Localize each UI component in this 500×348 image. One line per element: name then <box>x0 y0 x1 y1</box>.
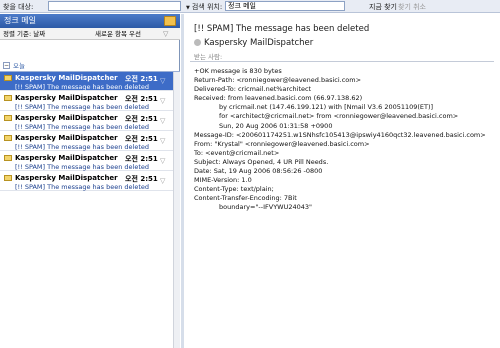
search-scope-label: 검색 위치: <box>191 3 223 11</box>
body-line: To: <event@cricmail.net> <box>194 148 280 157</box>
list-item[interactable]: Kaspersky MailDispatcher 오전 2:51 [!! SPA… <box>0 72 180 91</box>
body-line: Return-Path: <ronniegower@leavened.basic… <box>194 76 362 85</box>
message-list-pane: 정크 메일 정렬 기준: 날짜 새로운 항목 우선 ▽ − 오늘 Kaspers… <box>0 14 180 348</box>
list-item[interactable]: Kaspersky MailDispatcher 오전 2:51 [!! SPA… <box>0 172 180 191</box>
message-sender: Kaspersky MailDispatcher <box>15 94 118 102</box>
message-sender: Kaspersky MailDispatcher <box>15 154 118 162</box>
message-subject: [!! SPAM] The message has been deleted <box>15 103 150 111</box>
group-label: 오늘 <box>13 62 25 70</box>
message-sender: Kaspersky MailDispatcher <box>15 174 118 182</box>
reading-subject: [!! SPAM] The message has been deleted <box>194 24 370 34</box>
envelope-icon <box>4 175 12 181</box>
body-line: Content-Transfer-Encoding: 7Bit <box>194 194 297 203</box>
body-line: Content-Type: text/plain; <box>194 185 274 194</box>
message-subject: [!! SPAM] The message has been deleted <box>15 123 150 131</box>
envelope-icon <box>4 155 12 161</box>
message-sender: Kaspersky MailDispatcher <box>15 114 118 122</box>
body-line: Received: from leavened.basici.com (66.9… <box>194 94 363 103</box>
body-line: +OK message is 830 bytes <box>194 67 282 75</box>
body-line: for <architect@cricmail.net> from <ronni… <box>219 112 459 121</box>
list-item[interactable]: Kaspersky MailDispatcher 오전 2:51 [!! SPA… <box>0 92 180 111</box>
flag-icon[interactable]: ▽ <box>160 177 165 185</box>
search-scope-button[interactable]: ▼ 검색 위치: <box>186 2 222 12</box>
header-divider <box>190 61 494 62</box>
clear-search-button[interactable]: 찾기 취소 <box>398 2 426 12</box>
envelope-icon <box>4 75 12 81</box>
search-scope-field[interactable]: 정크 메일 <box>225 1 345 11</box>
folder-header: 정크 메일 <box>0 14 180 28</box>
search-input[interactable] <box>48 1 181 11</box>
list-item[interactable]: Kaspersky MailDispatcher 오전 2:51 [!! SPA… <box>0 152 180 171</box>
folder-icon[interactable] <box>164 16 176 26</box>
sort-order-button[interactable]: 새로운 항목 우선 <box>95 28 141 40</box>
search-bar: 찾을 대상: ▼ 검색 위치: 정크 메일 지금 찾기 찾기 취소 <box>0 0 500 13</box>
arrange-by-button[interactable]: 정렬 기준: 날짜 <box>3 28 45 40</box>
search-label: 찾을 대상: <box>3 3 34 11</box>
reading-pane: [!! SPAM] The message has been deleted K… <box>181 14 500 348</box>
list-item[interactable]: Kaspersky MailDispatcher 오전 2:51 [!! SPA… <box>0 112 180 131</box>
reading-from-name: Kaspersky MailDispatcher <box>204 38 314 48</box>
flag-icon[interactable]: ▽ <box>160 117 165 125</box>
message-subject: [!! SPAM] The message has been deleted <box>15 183 150 191</box>
body-line: From: "Krystal" <ronniegower@leavened.ba… <box>194 139 370 148</box>
message-sender: Kaspersky MailDispatcher <box>15 134 118 142</box>
body-line: Delivered-To: cricmail.net%architect <box>194 85 312 94</box>
dropdown-arrow-icon: ▼ <box>186 5 190 11</box>
reading-to-label: 받는 사람: <box>194 53 223 61</box>
body-line: Subject: Always Opened, 4 UR Pill Needs. <box>194 157 329 166</box>
body-line: by cricmail.net (147.46.199.121) with [N… <box>219 103 434 112</box>
envelope-icon <box>4 135 12 141</box>
body-line: Date: Sat, 19 Aug 2006 08:56:26 -0800 <box>194 167 323 176</box>
chevron-down-icon[interactable]: ▽ <box>163 28 168 40</box>
message-subject: [!! SPAM] The message has been deleted <box>15 163 150 171</box>
envelope-icon <box>4 95 12 101</box>
list-item[interactable]: Kaspersky MailDispatcher 오전 2:51 [!! SPA… <box>0 132 180 151</box>
reading-from[interactable]: Kaspersky MailDispatcher <box>194 38 313 48</box>
message-subject: [!! SPAM] The message has been deleted <box>15 143 150 151</box>
body-line: Message-ID: <200601174251.w1SNhsfc105413… <box>194 130 486 139</box>
body-line: MIME-Version: 1.0 <box>194 176 252 185</box>
flag-icon[interactable]: ▽ <box>160 137 165 145</box>
presence-status-icon <box>194 39 201 46</box>
body-line: boundary="--IFVYWU24043" <box>219 203 313 212</box>
list-scrollbar[interactable] <box>173 72 180 348</box>
group-header-today[interactable]: − 오늘 <box>0 60 180 72</box>
message-body: +OK message is 830 bytes Return-Path: <r… <box>194 67 496 213</box>
envelope-icon <box>4 115 12 121</box>
message-subject: [!! SPAM] The message has been deleted <box>15 83 150 91</box>
message-sender: Kaspersky MailDispatcher <box>15 74 118 82</box>
collapse-icon[interactable]: − <box>3 62 10 69</box>
find-now-button[interactable]: 지금 찾기 <box>369 2 397 12</box>
folder-title: 정크 메일 <box>4 16 36 25</box>
flag-icon[interactable]: ▽ <box>160 97 165 105</box>
flag-icon[interactable]: ▽ <box>160 77 165 85</box>
arrange-bar: 정렬 기준: 날짜 새로운 항목 우선 ▽ <box>0 28 180 40</box>
body-line: Sun, 20 Aug 2006 01:31:58 +0900 <box>219 121 333 130</box>
flag-icon[interactable]: ▽ <box>160 157 165 165</box>
